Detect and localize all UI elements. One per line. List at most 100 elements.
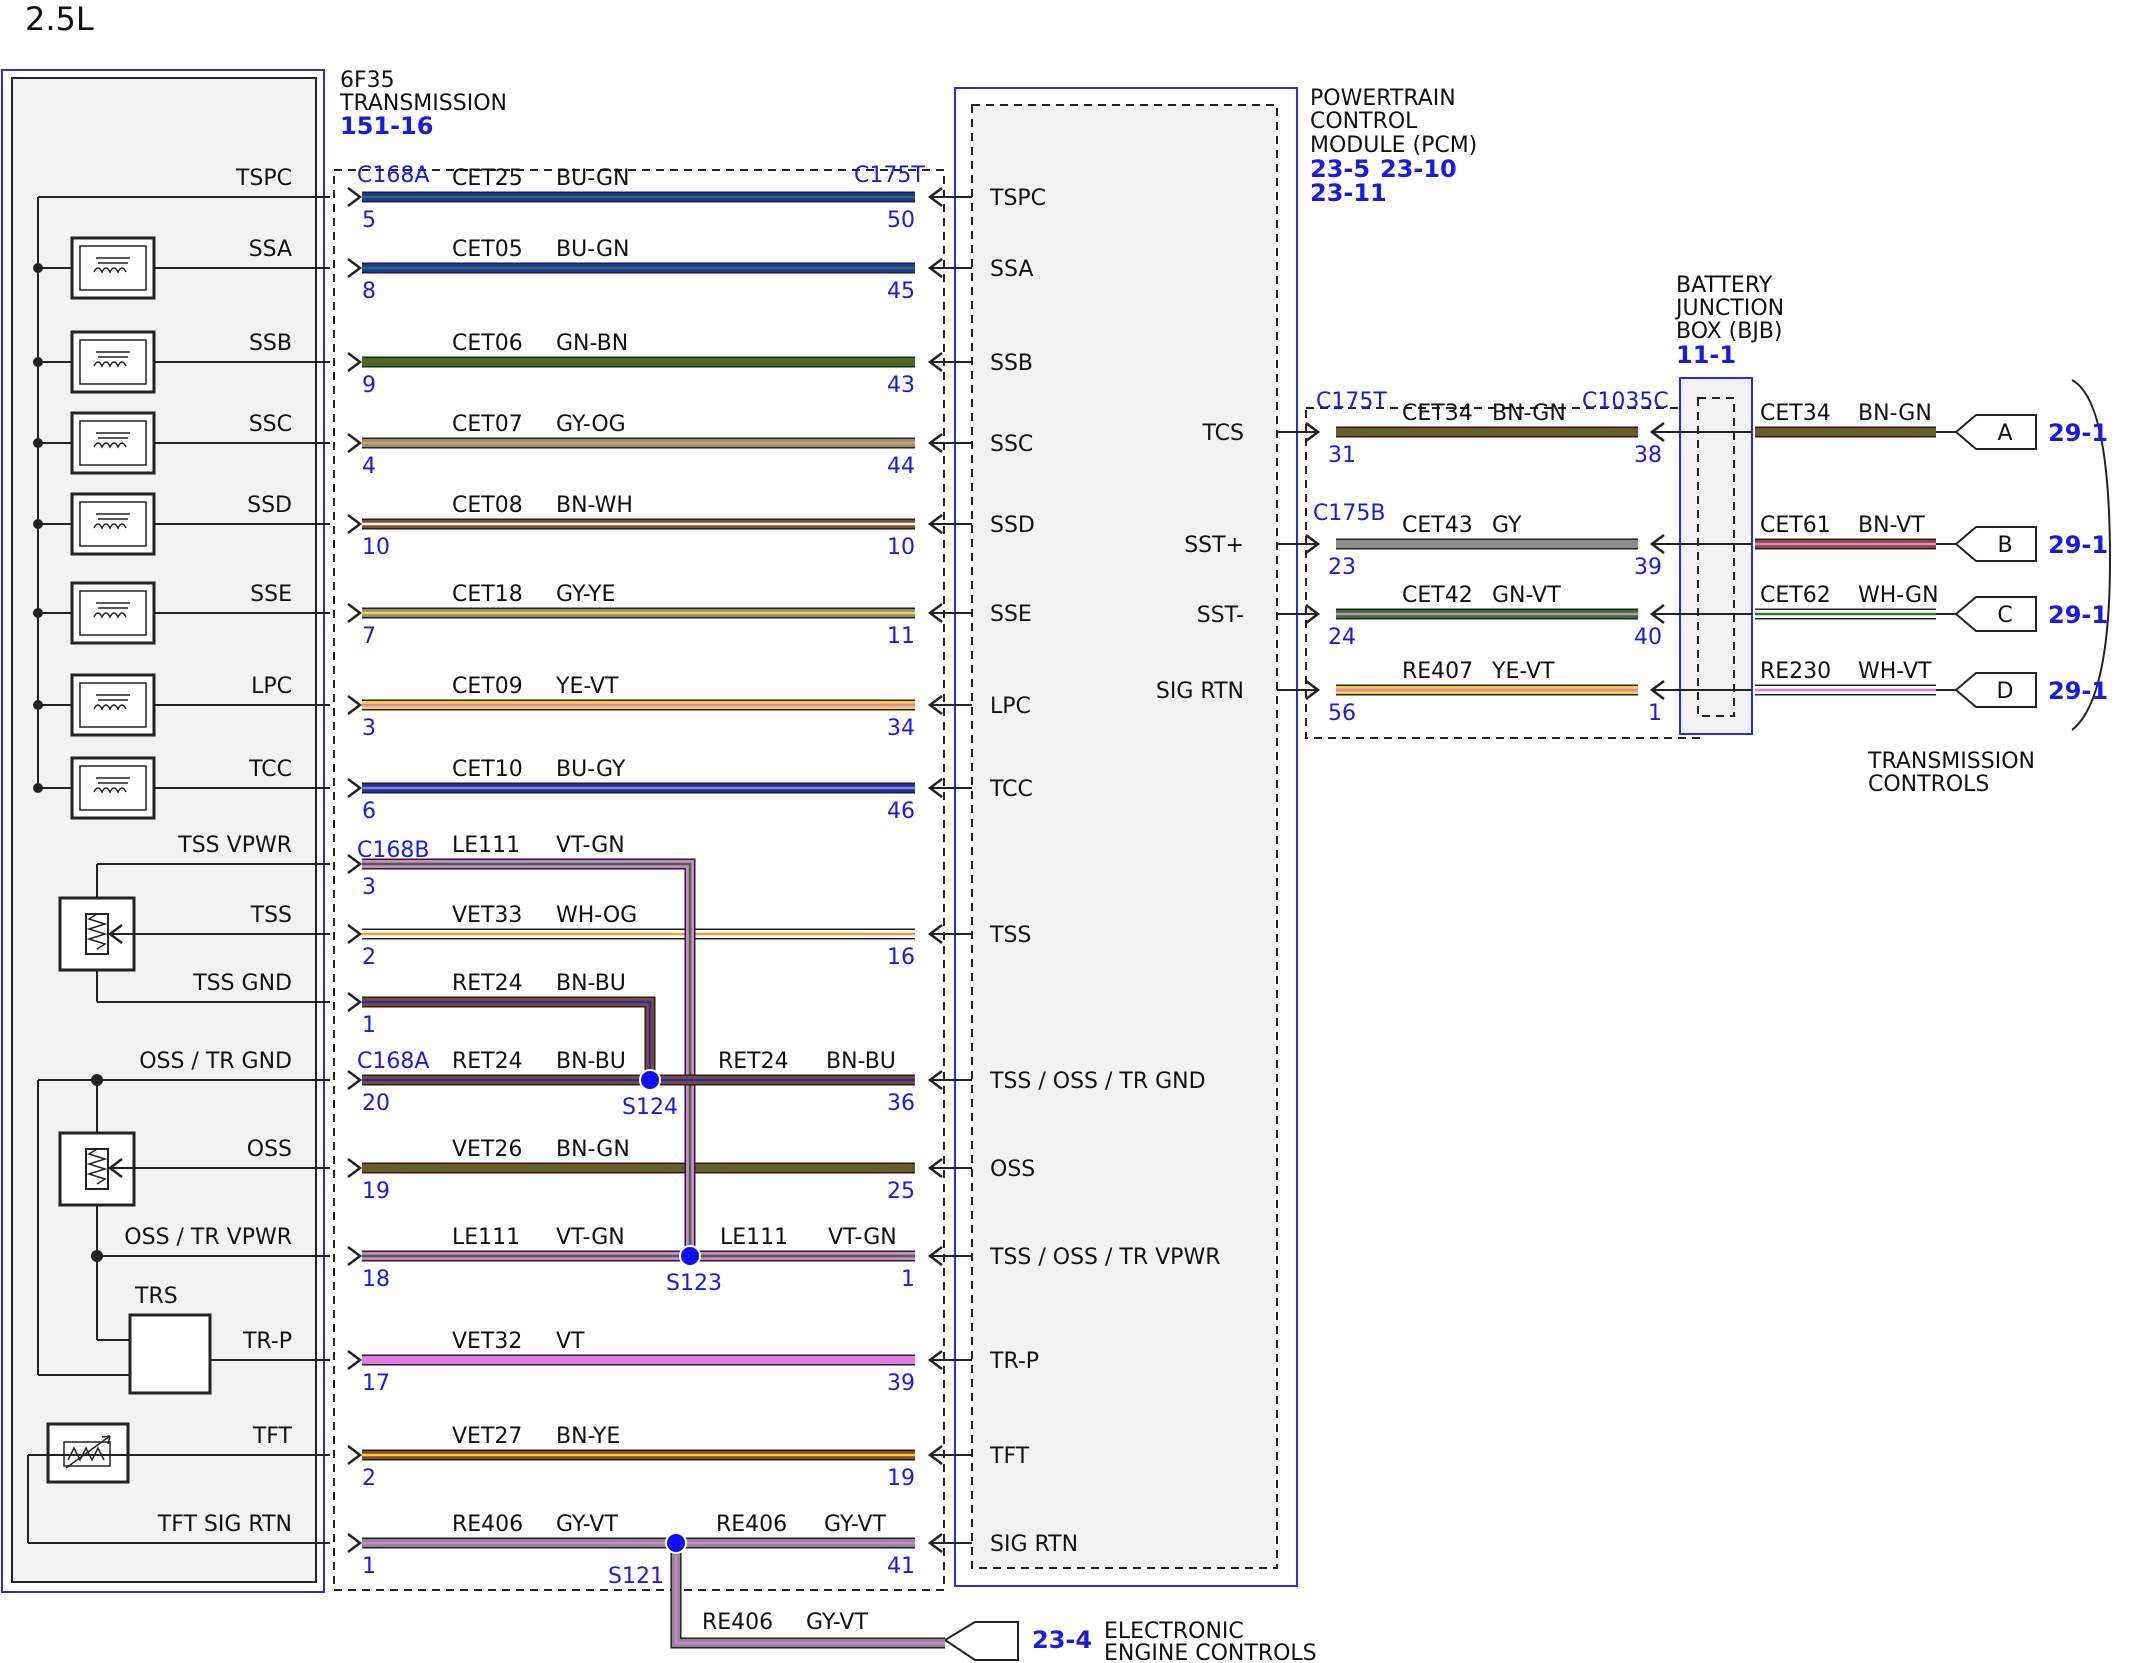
wire-color-code: GY-VT — [806, 1610, 868, 1635]
left-signal-label: SSC — [249, 412, 292, 437]
pcm-ref-2[interactable]: 23-10 — [1380, 155, 1457, 183]
connector-c1035c: C1035C — [1582, 389, 1669, 414]
wire-color-code: BU-GN — [556, 237, 629, 262]
transmission-pin-number: 2 — [362, 1466, 376, 1491]
transmission-pin-arrow — [347, 924, 363, 944]
oss-gnd-junction-dot — [91, 1074, 103, 1086]
wire-color-code-after-bjb: WH-GN — [1858, 583, 1939, 608]
tft-thermistor-icon — [46, 1422, 130, 1484]
pcm-ref-3[interactable]: 23-11 — [1310, 179, 1387, 207]
transmission-pin-number: 10 — [362, 535, 390, 560]
wire-color-code: WH-OG — [556, 903, 637, 928]
solenoid-icon — [70, 756, 156, 820]
transmission-pin-number: 3 — [362, 875, 376, 900]
circuit-number: RE406 — [702, 1610, 773, 1635]
splice-s121-label: S121 — [608, 1564, 664, 1589]
circuit-number-after-splice: RET24 — [718, 1049, 789, 1074]
wire-color-code-after-splice: BN-BU — [826, 1049, 896, 1074]
reference-tag — [1954, 414, 2037, 450]
pcm-signal-label: TFT — [989, 1444, 1030, 1469]
circuit-number-after-bjb: CET61 — [1760, 513, 1831, 538]
pcm-pin-number: 39 — [887, 1371, 915, 1396]
circuit-number: CET08 — [452, 493, 523, 518]
transmission-pin-arrow — [347, 1246, 363, 1266]
splice-s124-label: S124 — [622, 1095, 678, 1120]
circuit-number: CET10 — [452, 757, 523, 782]
transmission-pin-number: 9 — [362, 373, 376, 398]
transmission-pin-number: 4 — [362, 454, 376, 479]
wire-color-code: GY-YE — [556, 582, 615, 607]
transmission-pin-number: 19 — [362, 1179, 390, 1204]
circuit-number: CET42 — [1402, 583, 1473, 608]
pcm-right-signal-label: SIG RTN — [1156, 679, 1244, 704]
transmission-controls-line2: CONTROLS — [1868, 772, 1989, 797]
circuit-number: CET43 — [1402, 513, 1473, 538]
transmission-pin-number: 18 — [362, 1267, 390, 1292]
reference-tag — [1954, 526, 2037, 562]
reference-tag-letter: A — [1997, 421, 2012, 446]
left-signal-label: TSPC — [235, 166, 292, 191]
left-signal-label: OSS — [247, 1137, 292, 1162]
reference-page-link[interactable]: 29-1 — [2048, 531, 2108, 559]
bjb-pin-number: 38 — [1634, 443, 1662, 468]
pcm-right-signal-label: TCS — [1202, 421, 1244, 446]
circuit-number: RE406 — [452, 1512, 523, 1537]
eec-ref[interactable]: 23-4 — [1032, 1626, 1092, 1654]
transmission-pin-number: 20 — [362, 1091, 390, 1116]
transmission-controls-line1: TRANSMISSION — [1867, 749, 2035, 774]
connector-c175b: C175B — [1313, 501, 1385, 526]
transmission-pin-arrow — [347, 187, 363, 207]
circuit-number: CET25 — [452, 166, 523, 191]
pcm-signal-label: LPC — [990, 694, 1031, 719]
reference-tag — [1954, 596, 2037, 632]
circuit-number: LE111 — [452, 833, 520, 858]
transmission-pin-arrow — [347, 258, 363, 278]
pcm-right-signal-label: SST+ — [1184, 533, 1244, 558]
reference-page-link[interactable]: 29-1 — [2048, 419, 2108, 447]
bjb-ref[interactable]: 11-1 — [1676, 341, 1736, 369]
pcm-pin-number: 34 — [887, 716, 915, 741]
circuit-number-after-splice: RE406 — [716, 1512, 787, 1537]
left-signal-label: SSA — [249, 237, 292, 262]
circuit-number: CET09 — [452, 674, 523, 699]
circuit-number: CET07 — [452, 412, 523, 437]
wire-color-code-after-splice: GY-VT — [824, 1512, 886, 1537]
wiring-diagram: 2.5L 6F35 TRANSMISSION 151-16 POWERTRAIN… — [1, 0, 2112, 1663]
pcm-pin-number: 45 — [887, 279, 915, 304]
transmission-ref[interactable]: 151-16 — [340, 112, 433, 140]
pcm-pin-number: 25 — [887, 1179, 915, 1204]
transmission-pin-arrow — [347, 433, 363, 453]
pcm-right-pin-number: 23 — [1328, 555, 1356, 580]
left-signal-label: SSD — [247, 493, 292, 518]
reference-tag-letter: D — [1997, 679, 2014, 704]
connector-c168a-mid: C168A — [357, 1049, 429, 1074]
transmission-pin-arrow — [347, 1533, 363, 1553]
pcm-signal-label: TR-P — [989, 1349, 1039, 1374]
solenoid-icon — [70, 411, 156, 475]
transmission-pin-arrow — [347, 603, 363, 623]
pcm-label-line2: CONTROL — [1310, 109, 1418, 134]
transmission-pin-number: 17 — [362, 1371, 390, 1396]
trs-label: TRS — [134, 1284, 178, 1309]
transmission-pin-arrow — [347, 695, 363, 715]
pcm-signal-label: TSS / OSS / TR VPWR — [989, 1245, 1220, 1270]
wire-color-code: YE-VT — [1491, 659, 1555, 684]
transmission-pin-number: 1 — [362, 1554, 376, 1579]
transmission-name-line1: 6F35 — [340, 68, 395, 93]
circuit-number: RET24 — [452, 1049, 523, 1074]
pcm-signal-label: SIG RTN — [990, 1532, 1078, 1557]
wire-color-code: GN-BN — [556, 331, 628, 356]
pcm-pin-number: 1 — [901, 1267, 915, 1292]
pcm-signal-label: SSA — [990, 257, 1033, 282]
circuit-number: CET06 — [452, 331, 523, 356]
reference-tag-letter: B — [1997, 533, 2012, 558]
circuit-number: VET33 — [452, 903, 522, 928]
transmission-pin-number: 2 — [362, 945, 376, 970]
circuit-number: VET27 — [452, 1424, 522, 1449]
circuit-number-after-splice: LE111 — [720, 1225, 788, 1250]
reference-page-link[interactable]: 29-1 — [2048, 677, 2108, 705]
wire-color-code: BU-GN — [556, 166, 629, 191]
reference-page-link[interactable]: 29-1 — [2048, 601, 2108, 629]
transmission-pin-arrow — [347, 352, 363, 372]
connector-c168a-top: C168A — [357, 163, 429, 188]
